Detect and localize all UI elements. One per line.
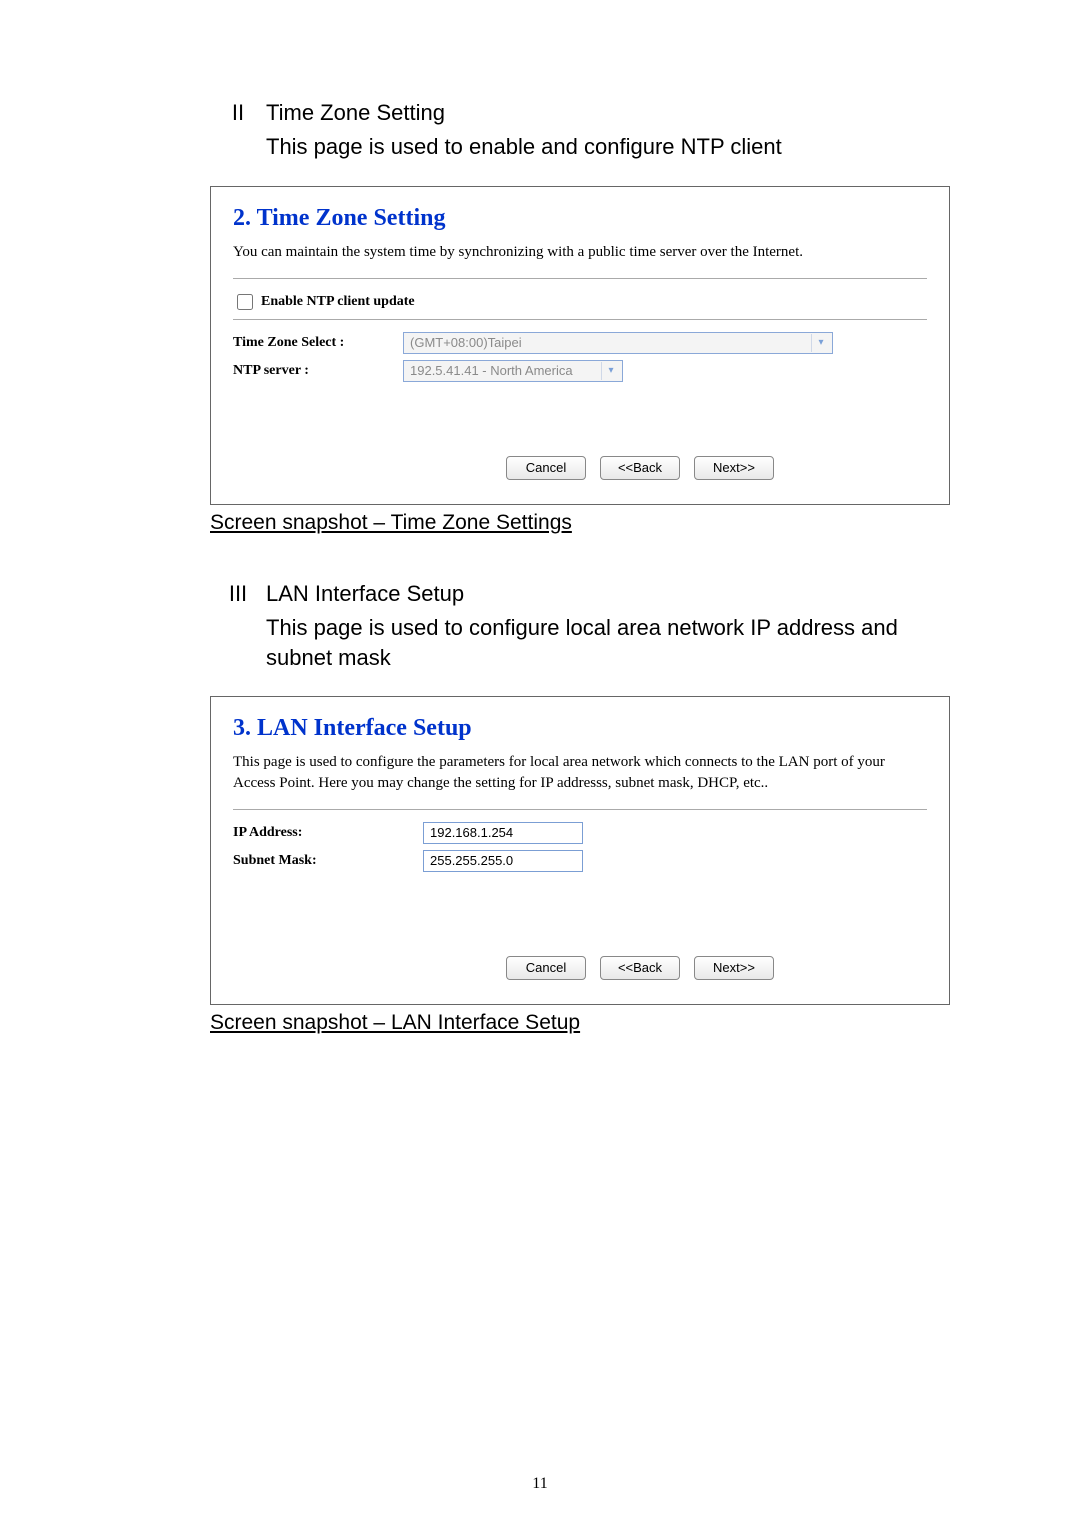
cancel-button-label: Cancel bbox=[526, 460, 566, 475]
subnet-mask-label: Subnet Mask: bbox=[233, 853, 423, 869]
chevron-down-icon: ▾ bbox=[601, 362, 620, 380]
cancel-button[interactable]: Cancel bbox=[506, 456, 586, 480]
tz-select-label: Time Zone Select : bbox=[233, 335, 403, 351]
next-button-label: Next>> bbox=[713, 960, 755, 975]
next-button-label: Next>> bbox=[713, 460, 755, 475]
section-iii-heading: III LAN Interface Setup bbox=[210, 581, 950, 607]
cancel-button-label: Cancel bbox=[526, 960, 566, 975]
divider bbox=[233, 278, 927, 279]
lan-caption: Screen snapshot – LAN Interface Setup bbox=[210, 1011, 950, 1035]
section-ii-heading: II Time Zone Setting bbox=[210, 100, 950, 126]
page-number: 11 bbox=[0, 1475, 1080, 1493]
section-iii-title: LAN Interface Setup bbox=[266, 581, 464, 607]
time-zone-panel: 2. Time Zone Setting You can maintain th… bbox=[210, 186, 950, 505]
lan-button-row: Cancel <<Back Next>> bbox=[233, 956, 927, 980]
subnet-mask-input[interactable] bbox=[423, 850, 583, 872]
ip-address-label: IP Address: bbox=[233, 825, 423, 841]
back-button-label: <<Back bbox=[618, 960, 662, 975]
next-button[interactable]: Next>> bbox=[694, 956, 774, 980]
tz-select[interactable]: (GMT+08:00)Taipei ▾ bbox=[403, 332, 833, 354]
back-button[interactable]: <<Back bbox=[600, 456, 680, 480]
tz-caption: Screen snapshot – Time Zone Settings bbox=[210, 511, 950, 535]
next-button[interactable]: Next>> bbox=[694, 456, 774, 480]
roman-numeral-iii: III bbox=[210, 581, 266, 607]
divider bbox=[233, 319, 927, 320]
lan-panel-desc: This page is used to configure the param… bbox=[233, 752, 927, 793]
tz-button-row: Cancel <<Back Next>> bbox=[233, 456, 927, 480]
back-button[interactable]: <<Back bbox=[600, 956, 680, 980]
tz-panel-desc: You can maintain the system time by sync… bbox=[233, 242, 927, 262]
ntp-server-value: 192.5.41.41 - North America bbox=[410, 363, 573, 378]
tz-panel-title: 2. Time Zone Setting bbox=[233, 205, 927, 232]
lan-panel-title: 3. LAN Interface Setup bbox=[233, 715, 927, 742]
tz-select-value: (GMT+08:00)Taipei bbox=[410, 335, 522, 350]
ntp-server-label: NTP server : bbox=[233, 363, 403, 379]
divider bbox=[233, 809, 927, 810]
section-ii-desc: This page is used to enable and configur… bbox=[266, 132, 950, 162]
ntp-server-select[interactable]: 192.5.41.41 - North America ▾ bbox=[403, 360, 623, 382]
enable-ntp-checkbox[interactable] bbox=[237, 294, 253, 310]
section-iii-desc: This page is used to configure local are… bbox=[266, 613, 950, 672]
chevron-down-icon: ▾ bbox=[811, 334, 830, 352]
back-button-label: <<Back bbox=[618, 460, 662, 475]
lan-panel: 3. LAN Interface Setup This page is used… bbox=[210, 696, 950, 1005]
cancel-button[interactable]: Cancel bbox=[506, 956, 586, 980]
section-ii-title: Time Zone Setting bbox=[266, 100, 445, 126]
roman-numeral-ii: II bbox=[210, 100, 266, 126]
enable-ntp-label: Enable NTP client update bbox=[261, 294, 415, 310]
ip-address-input[interactable] bbox=[423, 822, 583, 844]
